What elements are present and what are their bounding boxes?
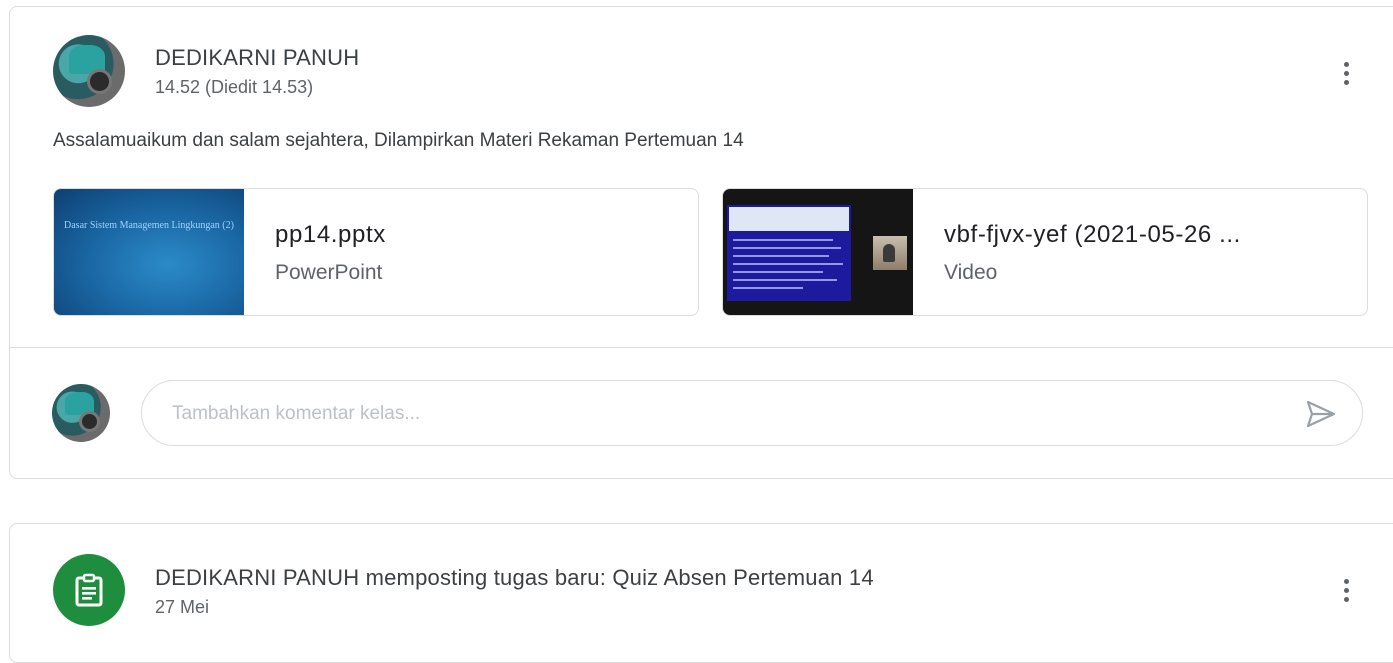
send-comment-button[interactable] (1304, 398, 1338, 430)
assignment-card[interactable]: DEDIKARNI PANUH memposting tugas baru: Q… (9, 523, 1393, 663)
card-divider (10, 347, 1393, 348)
more-vert-icon (1343, 61, 1349, 67)
assignment-date: 27 Mei (155, 597, 210, 617)
post-author: DEDIKARNI PANUH (155, 45, 360, 70)
assignment-icon (53, 554, 125, 626)
video-thumbnail (723, 189, 913, 315)
comment-input[interactable] (170, 399, 1274, 429)
comment-box (141, 380, 1363, 446)
attachment-type: PowerPoint (275, 261, 383, 284)
presenter-camera (873, 236, 907, 270)
powerpoint-thumbnail: Dasar Sistem Managemen Lingkungan (2) (54, 189, 244, 315)
attachment-powerpoint[interactable]: Dasar Sistem Managemen Lingkungan (2) pp… (53, 188, 699, 316)
assignment-title[interactable]: DEDIKARNI PANUH memposting tugas baru: Q… (155, 565, 874, 591)
attachment-name: vbf-fjvx-yef (2021-05-26 ... (944, 221, 1241, 248)
thumbnail-slide-title: Dasar Sistem Managemen Lingkungan (2) (64, 220, 234, 231)
more-options-button[interactable] (1326, 570, 1366, 610)
attachment-type: Video (944, 261, 998, 284)
more-options-button[interactable] (1326, 53, 1366, 93)
post-message: Assalamuaikum dan salam sejahtera, Dilam… (53, 130, 744, 151)
send-icon (1306, 400, 1336, 428)
attachment-name: pp14.pptx (275, 221, 386, 248)
attachment-video[interactable]: vbf-fjvx-yef (2021-05-26 ... Video (722, 188, 1368, 316)
user-avatar (52, 384, 110, 442)
announcement-card: DEDIKARNI PANUH 14.52 (Diedit 14.53) Ass… (9, 6, 1393, 479)
more-vert-icon (1343, 578, 1349, 584)
post-timestamp: 14.52 (Diedit 14.53) (155, 77, 314, 97)
author-avatar (53, 35, 125, 107)
